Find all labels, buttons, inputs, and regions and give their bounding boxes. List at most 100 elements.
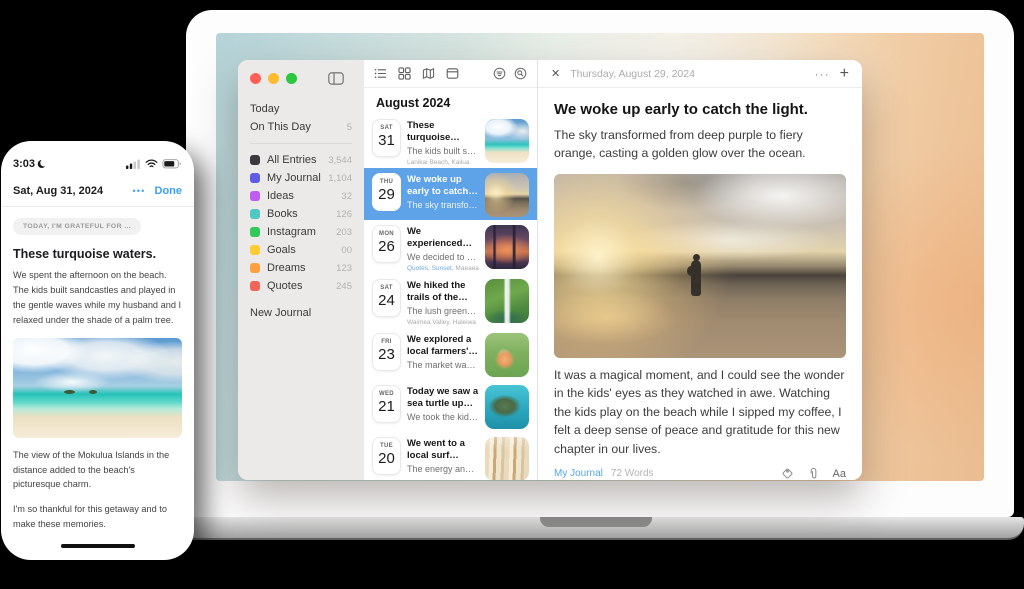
entry-thumbnail	[485, 225, 529, 269]
phone-entry-title: These turquoise waters.	[13, 247, 182, 261]
sidebar-item-books[interactable]: Books 126	[238, 205, 364, 223]
entry-detail-title: We woke up early to catch the light.	[554, 101, 846, 118]
sidebar-item-goals[interactable]: Goals 00	[238, 241, 364, 259]
calendar-view-icon[interactable]	[446, 67, 459, 80]
entry-meta: Quotes, Sunset, Maeaea, Hal...	[407, 265, 479, 272]
phone-entry-photo-beach[interactable]	[13, 338, 182, 438]
done-button[interactable]: Done	[155, 185, 183, 197]
entry-list-item-aug24[interactable]: SAT 24 We hiked the trails of the Waimea…	[364, 274, 537, 328]
entry-photo-sunset-beach[interactable]	[554, 174, 846, 358]
journal-label: Ideas	[267, 190, 294, 202]
entry-list-item-aug26[interactable]: MON 26 We experienced the most colorful …	[364, 220, 537, 274]
entries-scroll-area[interactable]: SAT 31 These turquoise waters. The kids …	[364, 114, 537, 480]
entry-day-number: 23	[378, 347, 395, 362]
sidebar-item-today[interactable]: Today	[238, 100, 364, 118]
search-icon[interactable]	[514, 67, 527, 80]
entry-thumbnail	[485, 437, 529, 480]
entry-title: We hiked the trails of the Waimea Valley…	[407, 280, 479, 305]
entry-weekday: MON	[379, 231, 394, 237]
entry-list-pane: August 2024 SAT 31 These turquoise water…	[364, 60, 538, 480]
entry-day-number: 24	[378, 293, 395, 308]
attachment-paperclip-icon[interactable]	[807, 467, 820, 480]
sidebar-item-ideas[interactable]: Ideas 32	[238, 187, 364, 205]
entry-list-item-aug20[interactable]: TUE 20 We went to a local surf competiti…	[364, 432, 537, 480]
journal-color-swatch	[250, 191, 260, 201]
tag-icon[interactable]	[781, 467, 794, 480]
entry-editor[interactable]: We woke up early to catch the light. The…	[538, 88, 862, 480]
sidebar-item-all-entries[interactable]: All Entries 3,544	[238, 151, 364, 169]
entry-list-toolbar	[364, 60, 537, 88]
journal-count: 32	[341, 191, 352, 202]
person-silhouette	[691, 260, 701, 296]
journal-label: Books	[267, 208, 298, 220]
entry-list-item-aug23[interactable]: FRI 23 We explored a local farmers' mark…	[364, 328, 537, 380]
entry-preview: We took the kids to a...	[407, 411, 479, 423]
entry-date-chip: WED 21	[372, 385, 401, 423]
sidebar-item-quotes[interactable]: Quotes 245	[238, 277, 364, 295]
entry-date-chip: FRI 23	[372, 333, 401, 371]
more-options-icon[interactable]: ···	[815, 67, 830, 81]
entry-location: Lanikai Beach, Kailua	[407, 159, 479, 166]
entry-day-number: 29	[378, 187, 395, 202]
journal-link[interactable]: My Journal	[554, 468, 603, 479]
battery-icon	[162, 159, 182, 169]
entry-date-chip: SAT 24	[372, 279, 401, 317]
phone-more-options-icon[interactable]: •••	[132, 186, 145, 196]
home-indicator[interactable]	[61, 544, 135, 549]
toggle-sidebar-icon[interactable]	[328, 72, 344, 85]
grid-view-icon[interactable]	[398, 67, 411, 80]
status-time: 3:03	[13, 158, 35, 170]
text-format-icon[interactable]: Aa	[833, 468, 846, 480]
entry-tags[interactable]: Quotes, Sunset,	[407, 265, 454, 272]
journal-color-swatch	[250, 173, 260, 183]
entry-day-number: 21	[378, 399, 395, 414]
sidebar-item-instagram[interactable]: Instagram 203	[238, 223, 364, 241]
journal-label: All Entries	[267, 154, 317, 166]
entry-date-chip: THU 29	[372, 173, 401, 211]
window-controls	[238, 70, 364, 86]
on-this-day-label: On This Day	[250, 121, 311, 133]
map-view-icon[interactable]	[422, 67, 435, 80]
entry-list-item-aug31[interactable]: SAT 31 These turquoise waters. The kids …	[364, 114, 537, 168]
word-count: 72 Words	[611, 468, 654, 479]
sidebar: Today On This Day 5 All Entries 3,544 My…	[238, 60, 364, 480]
entry-weekday: THU	[380, 179, 393, 185]
mokulua-island-2	[89, 390, 97, 394]
entry-day-number: 31	[378, 133, 395, 148]
sidebar-item-on-this-day[interactable]: On This Day 5	[238, 118, 364, 136]
journal-count: 203	[336, 227, 352, 238]
entry-preview: The sky transformed...	[407, 199, 479, 211]
entry-title: We explored a local farmers' market.	[407, 334, 479, 359]
zoom-window-button[interactable]	[286, 73, 297, 84]
journal-color-swatch	[250, 227, 260, 237]
wifi-icon	[145, 159, 158, 169]
list-view-icon[interactable]	[374, 67, 387, 80]
phone-entry-caption-2: I'm so thankful for this getaway and to …	[13, 502, 182, 532]
entry-list-item-aug29-selected[interactable]: THU 29 We woke up early to catch the lig…	[364, 168, 537, 220]
close-entry-icon[interactable]: ✕	[551, 67, 560, 80]
new-entry-icon[interactable]: +	[840, 66, 849, 82]
sidebar-item-my-journal[interactable]: My Journal 1,104	[238, 169, 364, 187]
entry-thumbnail	[485, 279, 529, 323]
journal-count: 245	[336, 281, 352, 292]
journal-count: 00	[341, 245, 352, 256]
entry-weekday: TUE	[380, 443, 393, 449]
gratitude-prompt-pill[interactable]: TODAY, I'M GRATEFUL FOR ...	[13, 218, 141, 235]
entry-title: These turquoise waters.	[407, 120, 479, 145]
minimize-window-button[interactable]	[268, 73, 279, 84]
entry-title: We went to a local surf competition.	[407, 438, 479, 463]
close-window-button[interactable]	[250, 73, 261, 84]
entry-list-item-aug21[interactable]: WED 21 Today we saw a sea turtle up clos…	[364, 380, 537, 432]
entry-thumbnail	[485, 173, 529, 217]
entry-day-number: 26	[378, 239, 395, 254]
entry-date-chip: SAT 31	[372, 119, 401, 157]
journal-color-swatch	[250, 155, 260, 165]
phone-entry-body: We spent the afternoon on the beach. The…	[13, 268, 182, 328]
entry-detail-pane: ✕ Thursday, August 29, 2024 ··· + We wok…	[538, 60, 862, 480]
marketing-canvas: Today On This Day 5 All Entries 3,544 My…	[0, 0, 1024, 589]
sidebar-item-dreams[interactable]: Dreams 123	[238, 259, 364, 277]
sidebar-item-new-journal[interactable]: New Journal	[238, 304, 364, 322]
entry-thumbnail	[485, 385, 529, 429]
filter-icon[interactable]	[493, 67, 506, 80]
macbook-base	[168, 517, 1024, 540]
